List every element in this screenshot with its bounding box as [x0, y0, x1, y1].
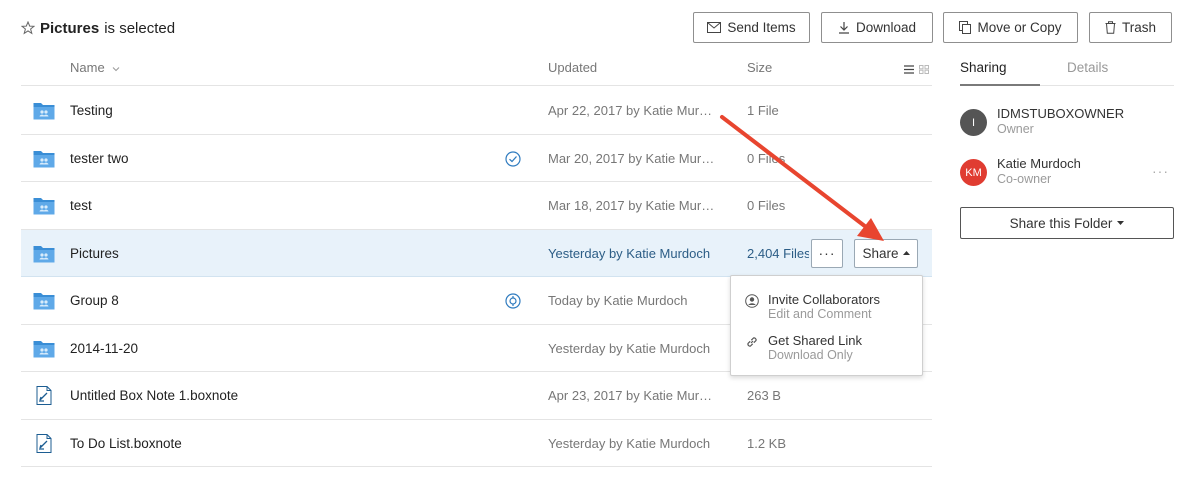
link-icon: [747, 337, 757, 347]
folder-icon: [33, 339, 55, 358]
item-updated: Apr 23, 2017 by Katie Murdoch: [548, 388, 719, 403]
item-updated: Mar 20, 2017 by Katie Murdoch: [548, 150, 719, 166]
sync-icon: [505, 293, 521, 309]
invite-collaborators-sub: Edit and Comment: [768, 307, 872, 321]
item-size: 1.2 KB: [747, 435, 787, 451]
avatar: KM: [960, 159, 987, 186]
table-row[interactable]: tester two Mar 20, 2017 by Katie Murdoch…: [21, 135, 932, 182]
trash-icon: [1105, 21, 1116, 34]
column-name-header[interactable]: Name: [70, 60, 120, 75]
item-updated: Apr 22, 2017 by Katie Murdoch: [548, 103, 719, 118]
item-name[interactable]: test: [70, 198, 92, 213]
tab-sharing[interactable]: Sharing: [960, 60, 1007, 75]
item-size: 263 B: [747, 388, 781, 403]
copy-icon: [959, 21, 972, 34]
folder-icon: [33, 101, 55, 120]
caret-up-icon: [902, 251, 910, 255]
sidebar-panel: Sharing Details I IDMSTUBOXOWNER Owner K…: [960, 56, 1200, 478]
item-name[interactable]: Untitled Box Note 1.boxnote: [70, 388, 238, 403]
share-button[interactable]: Share: [854, 238, 918, 268]
collaborator-role: Owner: [997, 122, 1034, 136]
trash-button[interactable]: Trash: [1089, 12, 1172, 43]
get-shared-link-label: Get Shared Link: [768, 333, 862, 348]
collaborator-more-button[interactable]: ···: [1152, 163, 1169, 179]
collaborator-row: KM Katie Murdoch Co-owner ···: [960, 156, 1174, 192]
folder-icon: [33, 244, 55, 263]
chevron-down-icon: [112, 67, 120, 72]
folder-icon: [33, 291, 55, 310]
check-circle-icon: [505, 150, 521, 167]
grid-view-icon[interactable]: [919, 62, 929, 77]
item-size: 2,404 Files: [747, 245, 809, 261]
column-name-label: Name: [70, 60, 105, 75]
item-updated: Yesterday by Katie Murdoch: [548, 340, 711, 356]
item-size: 1 File: [747, 103, 779, 118]
get-shared-link-sub: Download Only: [768, 348, 853, 362]
invite-collaborators-label: Invite Collaborators: [768, 292, 880, 307]
table-row[interactable]: Testing Apr 22, 2017 by Katie Murdoch 1 …: [21, 87, 932, 135]
selected-suffix: is selected: [104, 19, 176, 37]
item-name[interactable]: Testing: [70, 103, 113, 118]
share-this-folder-label: Share this Folder: [1009, 215, 1113, 231]
download-icon: [838, 22, 849, 34]
table-row[interactable]: test Mar 18, 2017 by Katie Murdoch 0 Fil…: [21, 182, 932, 230]
send-items-button[interactable]: Send Items: [693, 12, 810, 43]
collaborator-role: Co-owner: [997, 172, 1052, 186]
item-name[interactable]: Pictures: [70, 246, 119, 261]
trash-label: Trash: [1121, 20, 1156, 35]
table-row[interactable]: To Do List.boxnote Yesterday by Katie Mu…: [21, 420, 932, 467]
item-size: 0 Files: [747, 150, 786, 166]
item-name[interactable]: 2014-11-20: [70, 341, 138, 356]
avatar: I: [960, 109, 987, 136]
folder-icon: [33, 149, 55, 168]
table-row[interactable]: Untitled Box Note 1.boxnote Apr 23, 2017…: [21, 372, 932, 420]
list-view-icon[interactable]: [904, 62, 914, 77]
column-updated-header[interactable]: Updated: [548, 60, 597, 75]
selected-item-name: Pictures: [40, 19, 100, 37]
item-updated: Yesterday by Katie Murdoch: [548, 245, 711, 261]
boxnote-icon: [33, 386, 55, 405]
collaborator-row: I IDMSTUBOXOWNER Owner: [960, 106, 1174, 142]
share-this-folder-button[interactable]: Share this Folder: [960, 207, 1174, 239]
item-updated: Mar 18, 2017 by Katie Murdoch: [548, 198, 719, 213]
share-button-label: Share: [862, 245, 899, 261]
panel-tabs: Sharing Details: [960, 56, 1174, 86]
user-circle-icon: [745, 294, 759, 308]
table-header: Name Updated Size: [21, 56, 932, 86]
boxnote-icon: [33, 433, 55, 453]
item-name[interactable]: tester two: [70, 151, 129, 166]
collaborator-name: IDMSTUBOXOWNER: [997, 106, 1125, 121]
table-row[interactable]: Pictures Yesterday by Katie Murdoch 2,40…: [21, 229, 932, 277]
active-tab-indicator: [960, 84, 1040, 86]
download-label: Download: [855, 20, 917, 35]
collaborator-name: Katie Murdoch: [997, 156, 1081, 171]
download-button[interactable]: Download: [821, 12, 933, 43]
item-size: 0 Files: [747, 198, 786, 213]
item-name[interactable]: Group 8: [70, 293, 119, 308]
item-updated: Yesterday by Katie Murdoch: [548, 435, 711, 451]
item-name[interactable]: To Do List.boxnote: [70, 436, 182, 451]
folder-icon: [33, 196, 55, 215]
top-bar: Pictures is selected Send Items Download…: [0, 0, 1200, 56]
star-icon[interactable]: [21, 21, 35, 35]
move-or-copy-button[interactable]: Move or Copy: [943, 12, 1078, 43]
item-updated: Today by Katie Murdoch: [548, 293, 688, 308]
caret-down-icon: [1117, 221, 1125, 225]
column-size-header[interactable]: Size: [747, 60, 772, 75]
send-items-label: Send Items: [727, 20, 796, 35]
move-or-copy-label: Move or Copy: [977, 20, 1062, 35]
envelope-icon: [707, 22, 722, 33]
tab-details[interactable]: Details: [1067, 60, 1108, 75]
more-options-button[interactable]: ···: [811, 238, 843, 268]
selection-title: Pictures is selected: [21, 18, 175, 38]
share-dropdown-menu: Invite Collaborators Edit and Comment Ge…: [730, 275, 923, 376]
